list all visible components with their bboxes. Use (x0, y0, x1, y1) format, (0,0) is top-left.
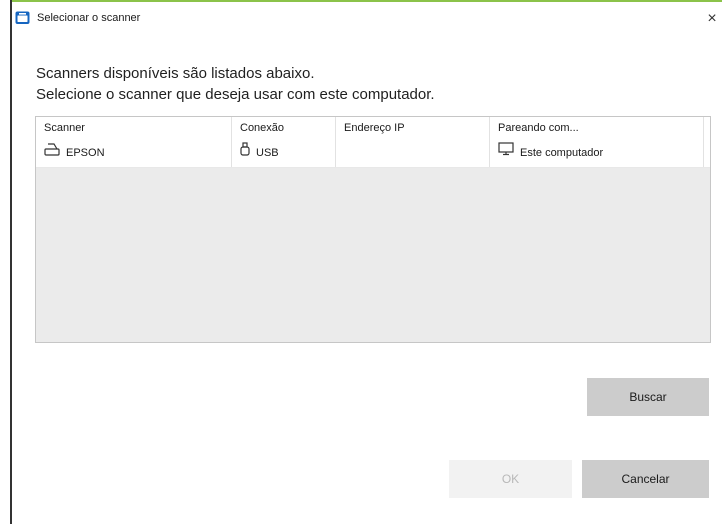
title-bar: Selecionar o scanner × (12, 6, 722, 32)
select-scanner-dialog: Selecionar o scanner × Scanners disponív… (0, 0, 722, 524)
column-header-scanner[interactable]: Scanner (36, 117, 232, 140)
close-button[interactable]: × (702, 6, 722, 32)
scanner-app-icon (15, 10, 30, 25)
window-title: Selecionar o scanner (37, 12, 141, 24)
instructions-line-2: Selecione o scanner que deseja usar com … (36, 86, 435, 103)
ok-button[interactable]: OK (449, 460, 572, 498)
printer-icon (44, 140, 60, 167)
column-header-connection[interactable]: Conexão (232, 117, 336, 140)
cell-ip-address (336, 140, 490, 167)
table-header: Scanner Conexão Endereço IP Pareando com… (36, 117, 710, 141)
scanner-list-table[interactable]: Scanner Conexão Endereço IP Pareando com… (35, 116, 711, 343)
window-accent-border-top (10, 0, 722, 2)
window-border-left (10, 0, 12, 524)
instructions: Scanners disponíveis são listados abaixo… (36, 63, 435, 105)
monitor-icon (498, 140, 514, 167)
column-header-pairing[interactable]: Pareando com... (490, 117, 704, 140)
pairing-target: Este computador (520, 147, 604, 159)
instructions-line-1: Scanners disponíveis são listados abaixo… (36, 65, 315, 82)
cell-connection: USB (232, 140, 336, 167)
cell-pairing: Este computador (490, 140, 704, 167)
scanner-name: EPSON (66, 147, 105, 159)
cancel-button[interactable]: Cancelar (582, 460, 709, 498)
search-button[interactable]: Buscar (587, 378, 709, 416)
table-row[interactable]: EPSON USB Este computador (36, 140, 710, 168)
connection-type: USB (256, 147, 279, 159)
cell-scanner: EPSON (36, 140, 232, 167)
usb-icon (240, 140, 250, 167)
column-header-ip-address[interactable]: Endereço IP (336, 117, 490, 140)
